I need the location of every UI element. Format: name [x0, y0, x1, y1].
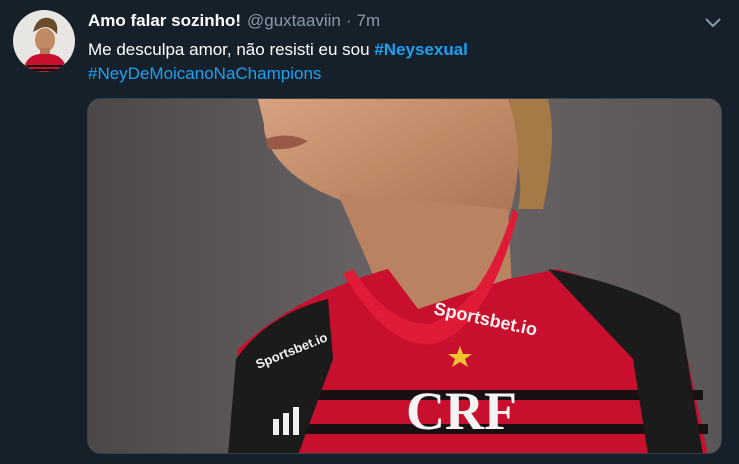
tweet-menu-button[interactable]: [700, 12, 726, 34]
hashtag-neysexual[interactable]: #Neysexual: [374, 40, 468, 59]
crest-letters: CRF: [406, 381, 517, 441]
tweet-header: Amo falar sozinho! @guxtaaviin · 7m: [88, 11, 380, 33]
tweet-media-image[interactable]: Sportsbet.io Sportsbet.io CRF: [87, 98, 722, 454]
timestamp[interactable]: 7m: [357, 11, 381, 31]
tweet-text-content: Me desculpa amor, não resisti eu sou: [88, 40, 375, 59]
tweet-text-line2: #NeyDeMoicanoNaChampions: [88, 63, 321, 85]
tweet-text: Me desculpa amor, não resisti eu sou #Ne…: [88, 39, 468, 61]
hashtag-neydemoicanonachampions[interactable]: #NeyDeMoicanoNaChampions: [88, 64, 321, 83]
user-handle[interactable]: @guxtaaviin: [247, 11, 341, 31]
chevron-down-icon: [705, 18, 721, 27]
tweet[interactable]: Amo falar sozinho! @guxtaaviin · 7m Me d…: [0, 0, 739, 464]
separator-dot: ·: [345, 11, 352, 30]
photo-illustration: Sportsbet.io Sportsbet.io CRF: [88, 99, 721, 453]
avatar[interactable]: [13, 10, 75, 72]
display-name[interactable]: Amo falar sozinho!: [88, 11, 241, 31]
